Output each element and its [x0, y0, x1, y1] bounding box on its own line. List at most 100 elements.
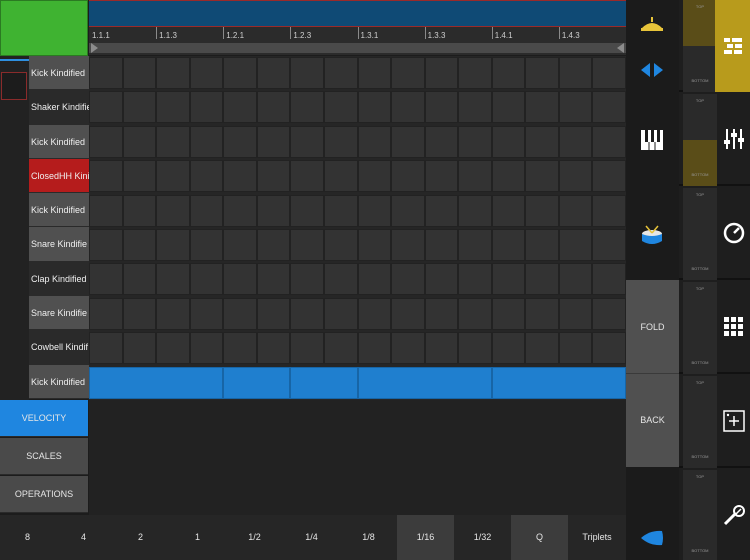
clip-preview[interactable]: [0, 0, 88, 56]
step-cell[interactable]: [558, 297, 593, 330]
step-cell[interactable]: [458, 263, 492, 296]
scales-button[interactable]: SCALES: [0, 438, 88, 475]
step-cell[interactable]: [424, 297, 459, 330]
step-cell[interactable]: [458, 194, 492, 227]
step-cell[interactable]: [525, 297, 559, 330]
step-cell[interactable]: [558, 263, 593, 296]
step-cell[interactable]: [256, 263, 291, 296]
bottom-label[interactable]: BOTTOM: [683, 328, 717, 374]
step-cell[interactable]: [89, 263, 123, 296]
quantize-sixteenth-button[interactable]: 1/16: [397, 515, 454, 560]
dial-icon[interactable]: [721, 218, 747, 248]
panel-block-device[interactable]: TOP BOTTOM: [679, 188, 750, 280]
step-cell[interactable]: [391, 160, 425, 193]
step-cell[interactable]: [223, 263, 257, 296]
step-cell[interactable]: [223, 57, 257, 89]
drum-icon[interactable]: [638, 222, 666, 250]
step-cell[interactable]: [122, 229, 157, 261]
mixer-icon[interactable]: [721, 124, 747, 154]
step-cell[interactable]: [357, 332, 392, 365]
step-cell[interactable]: [558, 91, 593, 124]
step-cell[interactable]: [122, 91, 157, 124]
track-name-3[interactable]: Kick Kindified: [29, 124, 89, 159]
step-cell[interactable]: [156, 297, 190, 330]
scroll-viewport-box[interactable]: [1, 72, 27, 100]
note-cell[interactable]: [89, 366, 224, 399]
step-cell[interactable]: [391, 57, 425, 89]
step-cell[interactable]: [323, 229, 358, 261]
panel-block-add[interactable]: TOP BOTTOM: [679, 376, 750, 468]
step-cell[interactable]: [256, 91, 291, 124]
quantize-thirtysecond-button[interactable]: 1/32: [454, 515, 511, 560]
quantize-q-button[interactable]: Q: [511, 515, 568, 560]
step-cell[interactable]: [323, 57, 358, 89]
step-cell[interactable]: [122, 57, 157, 89]
step-cell[interactable]: [290, 160, 324, 193]
step-cell[interactable]: [189, 263, 224, 296]
quantize-2-button[interactable]: 2: [112, 515, 169, 560]
step-cell[interactable]: [323, 297, 358, 330]
step-cell[interactable]: [491, 91, 526, 124]
clip-overview-strip[interactable]: [89, 0, 626, 27]
step-cell[interactable]: [491, 194, 526, 227]
step-cell[interactable]: [156, 194, 190, 227]
list-icon[interactable]: [715, 0, 750, 92]
step-cell[interactable]: [323, 194, 358, 227]
step-cell[interactable]: [122, 125, 157, 158]
panel-block-pads[interactable]: TOP BOTTOM: [679, 282, 750, 374]
quantize-half-button[interactable]: 1/2: [226, 515, 283, 560]
step-cell[interactable]: [391, 297, 425, 330]
step-cell[interactable]: [357, 229, 392, 261]
step-cell[interactable]: [592, 229, 626, 261]
step-cell[interactable]: [391, 263, 425, 296]
panel-block-draw[interactable]: TOP BOTTOM: [679, 470, 750, 560]
step-cell[interactable]: [491, 263, 526, 296]
step-grid[interactable]: [89, 56, 626, 400]
note-cell[interactable]: [491, 366, 626, 399]
step-cell[interactable]: [391, 229, 425, 261]
bottom-label[interactable]: BOTTOM: [683, 140, 717, 186]
step-cell[interactable]: [592, 297, 626, 330]
drop-icon[interactable]: [638, 524, 666, 552]
step-cell[interactable]: [491, 125, 526, 158]
step-cell[interactable]: [424, 160, 459, 193]
step-cell[interactable]: [424, 125, 459, 158]
step-cell[interactable]: [592, 160, 626, 193]
step-cell[interactable]: [323, 91, 358, 124]
operations-button[interactable]: OPERATIONS: [0, 476, 88, 513]
step-cell[interactable]: [122, 160, 157, 193]
step-cell[interactable]: [290, 263, 324, 296]
pencil-tool-icon[interactable]: [721, 500, 747, 530]
step-cell[interactable]: [458, 91, 492, 124]
step-cell[interactable]: [290, 332, 324, 365]
step-cell[interactable]: [592, 91, 626, 124]
step-cell[interactable]: [424, 229, 459, 261]
step-cell[interactable]: [592, 57, 626, 89]
step-cell[interactable]: [156, 91, 190, 124]
step-cell[interactable]: [491, 297, 526, 330]
step-cell[interactable]: [525, 57, 559, 89]
top-label[interactable]: TOP: [683, 376, 717, 422]
step-cell[interactable]: [223, 125, 257, 158]
step-cell[interactable]: [424, 57, 459, 89]
step-cell[interactable]: [525, 91, 559, 124]
loop-start-handle[interactable]: [91, 43, 98, 53]
step-cell[interactable]: [156, 229, 190, 261]
loop-range-bar[interactable]: [89, 43, 626, 53]
step-cell[interactable]: [357, 194, 392, 227]
step-cell[interactable]: [558, 332, 593, 365]
step-cell[interactable]: [122, 297, 157, 330]
hat-icon[interactable]: [638, 10, 666, 38]
step-cell[interactable]: [89, 297, 123, 330]
step-cell[interactable]: [122, 332, 157, 365]
note-cell[interactable]: [290, 366, 358, 399]
panel-block-sequencer[interactable]: TOP BOTTOM: [679, 0, 750, 92]
step-cell[interactable]: [357, 125, 392, 158]
step-cell[interactable]: [424, 194, 459, 227]
track-name-4[interactable]: ClosedHH Kini: [29, 158, 89, 194]
bottom-label[interactable]: BOTTOM: [683, 234, 717, 280]
step-cell[interactable]: [189, 332, 224, 365]
step-cell[interactable]: [458, 297, 492, 330]
track-name-8[interactable]: Snare Kindifie: [29, 296, 89, 331]
step-cell[interactable]: [122, 194, 157, 227]
